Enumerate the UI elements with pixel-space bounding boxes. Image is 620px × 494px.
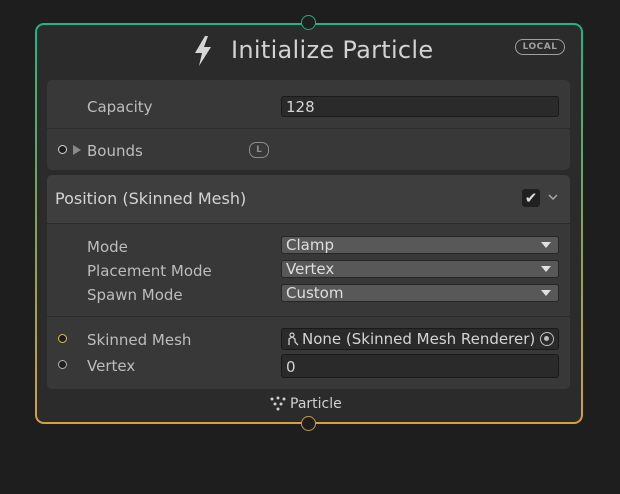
placement-mode-dropdown[interactable]: Vertex: [281, 260, 559, 278]
vertex-port[interactable]: [58, 360, 67, 369]
capacity-label: Capacity: [87, 98, 153, 116]
spawn-mode-dropdown[interactable]: Custom: [281, 284, 559, 302]
spawn-mode-label: Spawn Mode: [87, 286, 183, 304]
skinned-mesh-object-field[interactable]: None (Skinned Mesh Renderer): [281, 328, 559, 350]
chevron-down-icon[interactable]: [546, 188, 560, 206]
spawn-mode-value: Custom: [286, 284, 344, 302]
picker-dot: [544, 336, 549, 341]
object-picker-icon[interactable]: [540, 332, 554, 346]
skinned-mesh-value: None (Skinned Mesh Renderer): [302, 330, 534, 348]
mode-label: Mode: [87, 238, 128, 256]
dropdown-arrow-icon: [541, 242, 551, 248]
node-title: Initialize Particle: [231, 36, 434, 64]
output-flow-port[interactable]: [301, 416, 316, 431]
lightning-bolt-icon: [195, 36, 211, 66]
bounds-label: Bounds: [87, 142, 143, 160]
space-badge[interactable]: LOCAL: [515, 39, 565, 55]
divider: [47, 223, 570, 224]
skinned-mesh-label: Skinned Mesh: [87, 331, 192, 349]
mode-value: Clamp: [286, 236, 334, 254]
output-label: Particle: [290, 396, 342, 412]
mode-dropdown[interactable]: Clamp: [281, 236, 559, 254]
dropdown-arrow-icon: [541, 266, 551, 272]
dropdown-arrow-icon: [541, 290, 551, 296]
bounds-space-badge[interactable]: L: [249, 142, 269, 158]
placement-mode-value: Vertex: [286, 260, 335, 278]
bounds-port[interactable]: [58, 145, 67, 154]
divider: [47, 128, 570, 129]
block-title: Position (Skinned Mesh): [55, 189, 247, 208]
vertex-label: Vertex: [87, 357, 136, 375]
input-flow-port[interactable]: [301, 15, 316, 30]
particle-icon: [270, 396, 286, 411]
block-enabled-checkbox[interactable]: ✔: [522, 189, 540, 207]
skinned-mesh-port[interactable]: [58, 334, 67, 343]
divider: [47, 316, 570, 317]
capacity-field[interactable]: 128: [281, 96, 559, 117]
placement-mode-label: Placement Mode: [87, 262, 212, 280]
vertex-field[interactable]: 0: [281, 354, 559, 378]
expand-arrow-icon[interactable]: [73, 145, 81, 155]
skinned-mesh-renderer-icon: [288, 332, 299, 346]
